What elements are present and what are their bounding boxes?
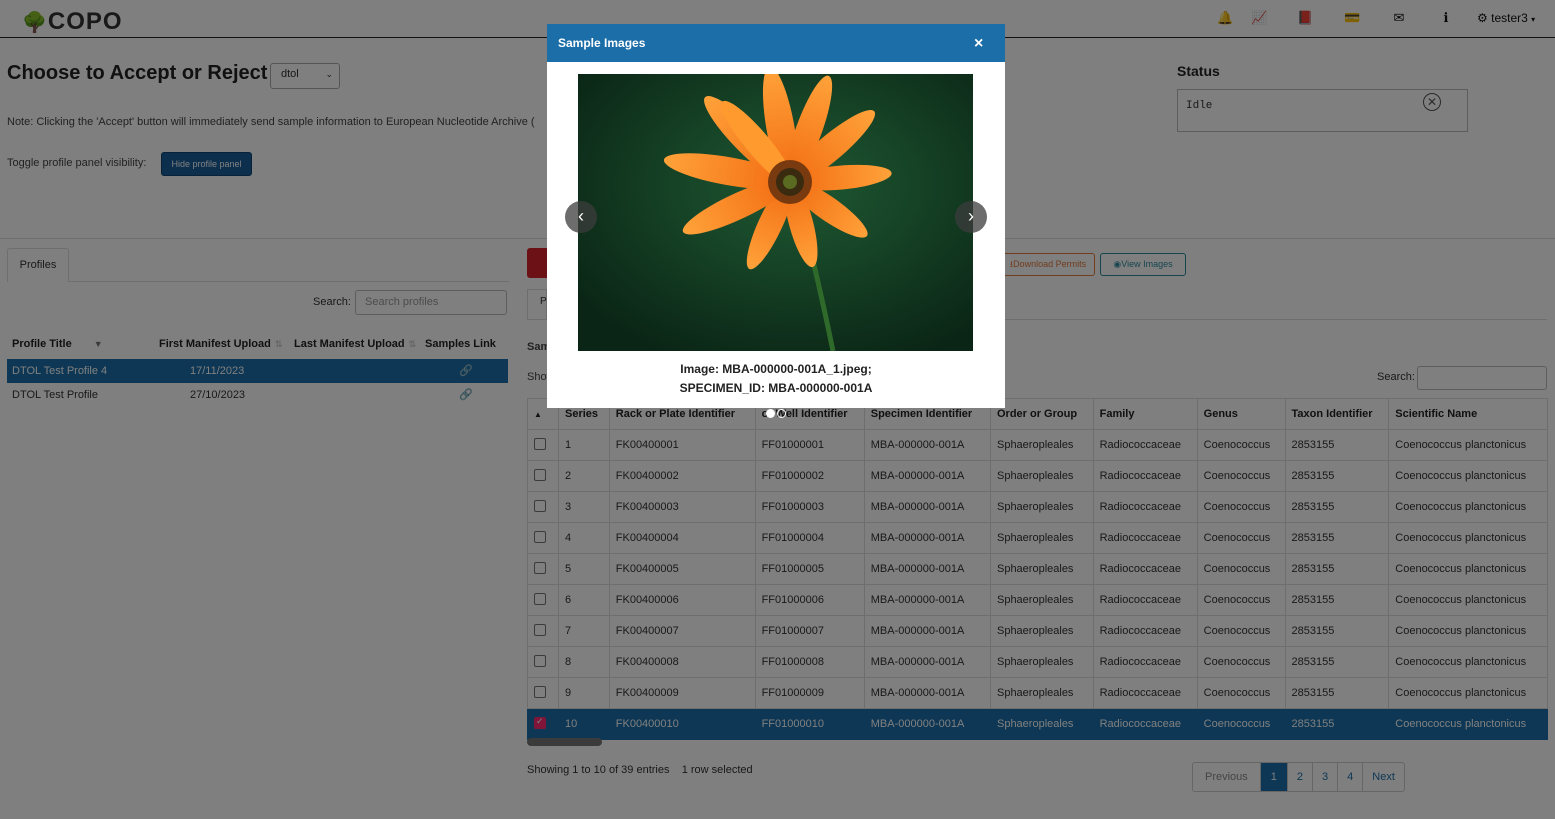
sample-images-modal: Sample Images × ‹ › Image: MBA-000000-00… xyxy=(547,24,1005,408)
sample-image xyxy=(578,74,973,351)
chevron-left-icon[interactable]: ‹ xyxy=(565,201,597,233)
modal-header: Sample Images × xyxy=(547,24,1005,62)
carousel-dot[interactable] xyxy=(777,409,786,418)
carousel-dot-active[interactable] xyxy=(766,409,775,418)
caption-image-name: Image: MBA-000000-001A_1.jpeg; xyxy=(680,362,872,376)
chevron-right-icon[interactable]: › xyxy=(955,201,987,233)
caption-specimen-id: SPECIMEN_ID: MBA-000000-001A xyxy=(679,381,873,395)
flower-image xyxy=(578,74,973,351)
close-icon[interactable]: × xyxy=(974,35,983,53)
modal-title: Sample Images xyxy=(558,36,646,50)
image-caption: Image: MBA-000000-001A_1.jpeg; SPECIMEN_… xyxy=(547,360,1005,398)
